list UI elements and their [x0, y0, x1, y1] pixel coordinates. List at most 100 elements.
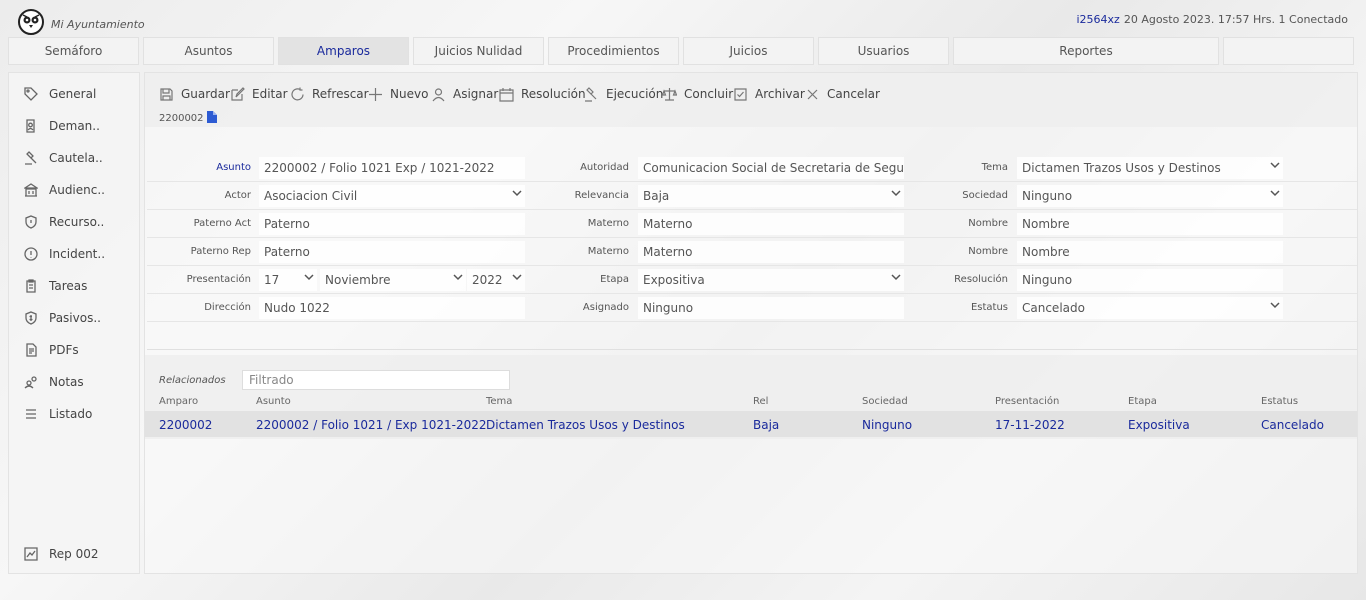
sidebar-item-incidentes[interactable]: Incident.. — [23, 245, 105, 263]
sidebar-footer-report[interactable]: Rep 002 — [23, 545, 99, 563]
sidebar-item-audiencias[interactable]: Audienc.. — [23, 181, 105, 199]
tab-asuntos[interactable]: Asuntos — [143, 37, 274, 65]
tab-procedimientos[interactable]: Procedimientos — [548, 37, 679, 65]
column-header-rel[interactable]: Rel — [753, 396, 768, 407]
materno-rep-field[interactable]: Materno — [638, 241, 904, 263]
money-shield-icon — [23, 310, 39, 326]
sidebar-footer-label: Rep 002 — [49, 547, 99, 561]
save-button[interactable]: Guardar — [159, 85, 230, 103]
edit-button[interactable]: Editar — [230, 85, 288, 103]
cell-tema: Dictamen Trazos Usos y Destinos — [486, 418, 685, 432]
chevron-down-icon — [1269, 299, 1281, 311]
resolution-label: Resolución — [521, 87, 586, 101]
etapa-label: Etapa — [600, 274, 629, 285]
tab-usuarios[interactable]: Usuarios — [818, 37, 949, 65]
user-info: i2564xz 20 Agosto 2023. 17:57 Hrs. 1 Cone… — [1076, 13, 1348, 26]
document-icon[interactable] — [207, 111, 217, 123]
estatus-select[interactable]: Cancelado — [1017, 297, 1283, 319]
sidebar-item-pdfs[interactable]: PDFs — [23, 341, 79, 359]
sidebar-item-listado[interactable]: Listado — [23, 405, 92, 423]
nombre-rep-field[interactable]: Nombre — [1017, 241, 1283, 263]
conclude-label: Concluir — [684, 87, 734, 101]
presentacion-label: Presentación — [186, 274, 251, 285]
sociedad-select[interactable]: Ninguno — [1017, 185, 1283, 207]
document-person-icon — [23, 118, 39, 134]
assign-button[interactable]: Asignar — [431, 85, 498, 103]
building-icon — [23, 182, 39, 198]
edit-label: Editar — [252, 87, 288, 101]
paterno-act-field[interactable]: Paterno — [259, 213, 525, 235]
tab-juicios-nulidad[interactable]: Juicios Nulidad — [413, 37, 544, 65]
execution-button[interactable]: Ejecución — [584, 85, 663, 103]
list-icon — [23, 406, 39, 422]
sidebar-item-cautelares[interactable]: Cautela.. — [23, 149, 103, 167]
nombre-act-field[interactable]: Nombre — [1017, 213, 1283, 235]
column-header-asunto[interactable]: Asunto — [256, 396, 291, 407]
tab-reportes[interactable]: Reportes — [953, 37, 1219, 65]
direccion-field[interactable]: Nudo 1022 — [259, 297, 525, 319]
cell-sociedad: Ninguno — [862, 418, 913, 432]
estatus-label: Estatus — [970, 302, 1008, 313]
resolution-button[interactable]: Resolución — [499, 85, 586, 103]
etapa-select[interactable]: Expositiva — [638, 269, 904, 291]
edit-icon — [231, 86, 245, 101]
presentacion-month-select[interactable]: Noviembre — [320, 269, 466, 291]
check-box-icon — [734, 87, 747, 101]
column-header-sociedad[interactable]: Sociedad — [862, 396, 908, 407]
user-id-link[interactable]: i2564xz — [1076, 13, 1119, 26]
cell-rel: Baja — [753, 418, 780, 432]
tema-label: Tema — [981, 162, 1008, 173]
column-header-amparo[interactable]: Amparo — [159, 396, 198, 407]
sidebar-item-label: Cautela.. — [49, 151, 103, 165]
paterno-rep-field[interactable]: Paterno — [259, 241, 525, 263]
column-header-tema[interactable]: Tema — [486, 396, 512, 407]
asignado-field[interactable]: Ninguno — [638, 297, 904, 319]
cancel-label: Cancelar — [827, 87, 880, 101]
tab-amparos[interactable]: Amparos — [278, 37, 409, 65]
resolucion-label: Resolución — [954, 274, 1008, 285]
scale-icon — [662, 87, 677, 101]
related-filter-input[interactable] — [242, 370, 510, 390]
column-header-estatus[interactable]: Estatus — [1261, 396, 1298, 407]
resolucion-field[interactable]: Ninguno — [1017, 269, 1283, 291]
cell-asunto: 2200002 / Folio 1021 / Exp 1021-2022 — [256, 418, 487, 432]
sidebar-item-general[interactable]: General — [23, 85, 96, 103]
column-header-etapa[interactable]: Etapa — [1128, 396, 1157, 407]
toolbar: Guardar Editar Refrescar Nuevo Asignar R… — [145, 73, 1357, 127]
materno-act-field[interactable]: Materno — [638, 213, 904, 235]
save-icon — [160, 87, 173, 101]
form-row: Paterno Act Paterno Materno Materno Nomb… — [147, 210, 1357, 238]
tema-select[interactable]: Dictamen Trazos Usos y Destinos — [1017, 157, 1283, 179]
sidebar-item-label: Listado — [49, 407, 93, 421]
close-icon — [807, 89, 818, 99]
tab-juicios[interactable]: Juicios — [683, 37, 814, 65]
refresh-icon — [291, 87, 304, 100]
table-row[interactable]: 2200002 2200002 / Folio 1021 / Exp 1021-… — [145, 411, 1357, 437]
sidebar-item-label: Tareas — [49, 279, 88, 293]
relevancia-select[interactable]: Baja — [638, 185, 904, 207]
sidebar-item-demandas[interactable]: Deman.. — [23, 117, 100, 135]
actor-select[interactable]: Asociacion Civil — [259, 185, 525, 207]
cancel-button[interactable]: Cancelar — [805, 85, 880, 103]
archive-button[interactable]: Archivar — [733, 85, 805, 103]
column-header-presentacion[interactable]: Presentación — [995, 396, 1059, 407]
tab-empty[interactable] — [1223, 37, 1354, 65]
refresh-button[interactable]: Refrescar — [290, 85, 369, 103]
top-bar: Mi Ayuntamiento i2564xz 20 Agosto 2023. 1… — [0, 0, 1366, 36]
chevron-down-icon — [452, 271, 464, 283]
sidebar-item-recursos[interactable]: Recurso.. — [23, 213, 104, 231]
sidebar-item-notas[interactable]: Notas — [23, 373, 84, 391]
refresh-label: Refrescar — [312, 87, 369, 101]
chevron-down-icon — [303, 271, 315, 283]
actor-label: Actor — [224, 190, 251, 201]
chevron-down-icon — [511, 271, 523, 283]
tab-semaforo[interactable]: Semáforo — [8, 37, 139, 65]
asunto-field[interactable]: 2200002 / Folio 1021 Exp / 1021-2022 — [259, 157, 525, 179]
autoridad-field[interactable]: Comunicacion Social de Secretaria de Seg… — [638, 157, 904, 179]
sidebar-item-tareas[interactable]: Tareas — [23, 277, 87, 295]
new-button[interactable]: Nuevo — [368, 85, 428, 103]
sidebar-item-pasivos[interactable]: Pasivos.. — [23, 309, 101, 327]
assign-label: Asignar — [453, 87, 499, 101]
conclude-button[interactable]: Concluir — [662, 85, 733, 103]
sidebar-item-label: PDFs — [49, 343, 79, 357]
